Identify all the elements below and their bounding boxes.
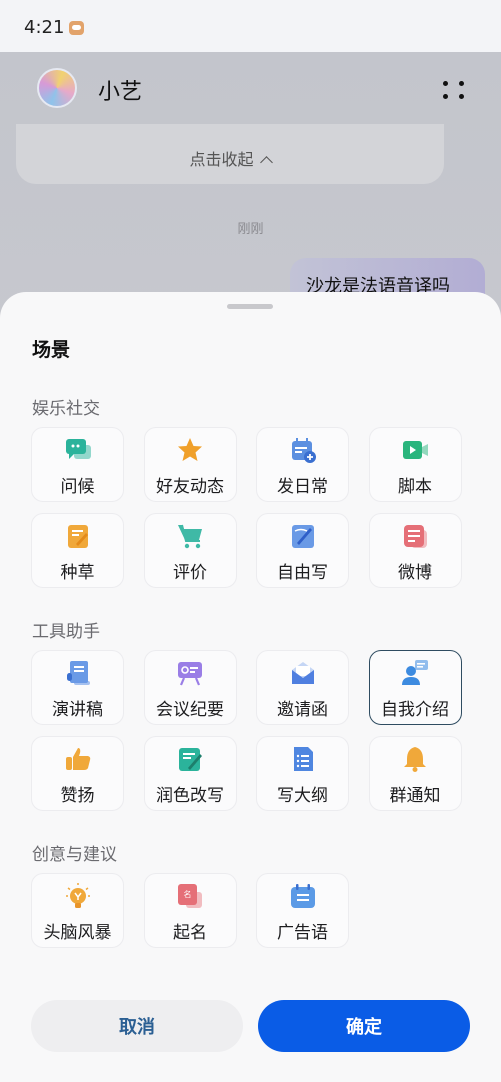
scene-tile[interactable]: 演讲稿 — [31, 650, 124, 725]
message-notification-icon — [69, 21, 84, 35]
scene-tile[interactable]: 邀请函 — [256, 650, 349, 725]
scene-tile[interactable]: 评价 — [143, 513, 237, 588]
scene-tile-label: 自由写 — [277, 563, 328, 583]
scene-tile-label: 脚本 — [398, 477, 432, 497]
note-edit-icon — [64, 522, 92, 550]
scene-tile-label: 头脑风暴 — [43, 923, 112, 943]
thumbs-up-icon — [64, 745, 92, 773]
scene-tile[interactable]: 广告语 — [256, 873, 349, 948]
scene-tile[interactable]: 微博 — [368, 513, 462, 588]
drag-handle[interactable] — [227, 304, 273, 309]
section-label-tools: 工具助手 — [32, 622, 100, 642]
four-dots-icon — [443, 81, 448, 86]
person-chat-icon — [401, 659, 429, 687]
scene-tile[interactable]: 脚本 — [368, 427, 462, 502]
scene-tile-label: 起名 — [173, 923, 207, 943]
scene-tile-label: 群通知 — [389, 786, 441, 806]
scene-tile[interactable]: 发日常 — [256, 427, 349, 502]
scene-tile-label: 微博 — [398, 563, 432, 583]
lightbulb-icon — [64, 882, 92, 910]
name-card-icon: 名 — [176, 882, 204, 910]
scene-tile-label: 邀请函 — [277, 700, 328, 720]
speech-scroll-icon — [64, 659, 92, 687]
chat-title: 小艺 — [98, 80, 143, 105]
avatar[interactable] — [37, 68, 77, 108]
scene-tile[interactable]: 自由写 — [256, 513, 349, 588]
more-options-button[interactable] — [440, 76, 468, 104]
scene-tile[interactable]: 名起名 — [143, 873, 237, 948]
section-label-creative: 创意与建议 — [32, 845, 117, 865]
calendar-add-icon — [289, 436, 317, 464]
scene-tile-label: 演讲稿 — [52, 700, 103, 720]
confirm-button[interactable]: 确定 — [258, 1000, 470, 1052]
star-icon — [176, 436, 204, 464]
scene-tile[interactable]: 自我介绍 — [368, 650, 462, 725]
dot — [459, 94, 464, 99]
scene-tile[interactable]: 会议纪要 — [143, 650, 237, 725]
scene-tile[interactable]: 种草 — [31, 513, 124, 588]
pen-paper-icon — [289, 522, 317, 550]
scene-tile[interactable]: 润色改写 — [143, 736, 237, 811]
scene-tile[interactable]: 写大纲 — [256, 736, 349, 811]
shopping-cart-icon — [176, 522, 204, 550]
outline-doc-icon — [289, 745, 317, 773]
scene-tile-label: 写大纲 — [277, 786, 328, 806]
scene-bottom-sheet: 场景 娱乐社交 问候 好友动态 发日常 脚本种草 评价 自由写 微博 工具助手 演讲稿 会议纪… — [0, 292, 501, 1082]
meeting-board-icon — [176, 659, 204, 687]
svg-text:名: 名 — [184, 889, 192, 899]
video-icon — [401, 436, 429, 464]
edit-doc-icon — [176, 745, 204, 773]
collapse-label: 点击收起 — [189, 150, 254, 169]
scene-tile[interactable]: 头脑风暴 — [31, 873, 124, 948]
scene-tile[interactable]: 赞扬 — [31, 736, 124, 811]
scene-tile-label: 问候 — [60, 477, 95, 497]
envelope-icon — [289, 659, 317, 687]
dot — [443, 94, 448, 99]
chat-header: 小艺 — [0, 52, 501, 126]
status-time: 4:21 — [24, 17, 65, 38]
scene-tile-label: 自我介绍 — [381, 700, 449, 720]
collapse-card[interactable]: 点击收起 — [16, 124, 444, 184]
scene-tile[interactable]: 群通知 — [368, 736, 462, 811]
scene-tile[interactable]: 好友动态 — [143, 427, 237, 502]
message-timestamp: 刚刚 — [237, 222, 264, 237]
status-bar: 4:21 — [0, 0, 501, 52]
entertainment-grid: 问候 好友动态 发日常 脚本种草 评价 自由写 微博 — [31, 427, 462, 588]
tools-grid: 演讲稿 会议纪要 邀请函 自我介绍赞扬 润色改写 写大纲 群通知 — [31, 650, 462, 811]
scene-tile-label: 评价 — [173, 563, 207, 583]
cancel-button[interactable]: 取消 — [31, 1000, 243, 1052]
scene-tile[interactable]: 问候 — [31, 427, 124, 502]
calendar-note-icon — [289, 882, 317, 910]
chat-bubble-icon — [64, 436, 92, 464]
bell-icon — [401, 745, 429, 773]
scene-tile-label: 润色改写 — [156, 786, 224, 806]
chevron-up-icon — [259, 156, 273, 169]
scene-tile-label: 发日常 — [277, 477, 328, 497]
weibo-doc-icon — [401, 522, 429, 550]
scene-tile-label: 广告语 — [277, 923, 328, 943]
scene-tile-label: 好友动态 — [156, 477, 224, 497]
scene-tile-label: 会议纪要 — [156, 700, 224, 720]
collapse-button[interactable]: 点击收起 — [16, 146, 444, 170]
sheet-title: 场景 — [32, 339, 71, 361]
dot — [459, 81, 464, 86]
section-label-entertainment: 娱乐社交 — [32, 399, 100, 419]
scene-tile-label: 赞扬 — [60, 786, 95, 806]
scene-tile-label: 种草 — [60, 563, 95, 583]
creative-grid: 头脑风暴名起名 广告语 — [31, 873, 462, 948]
